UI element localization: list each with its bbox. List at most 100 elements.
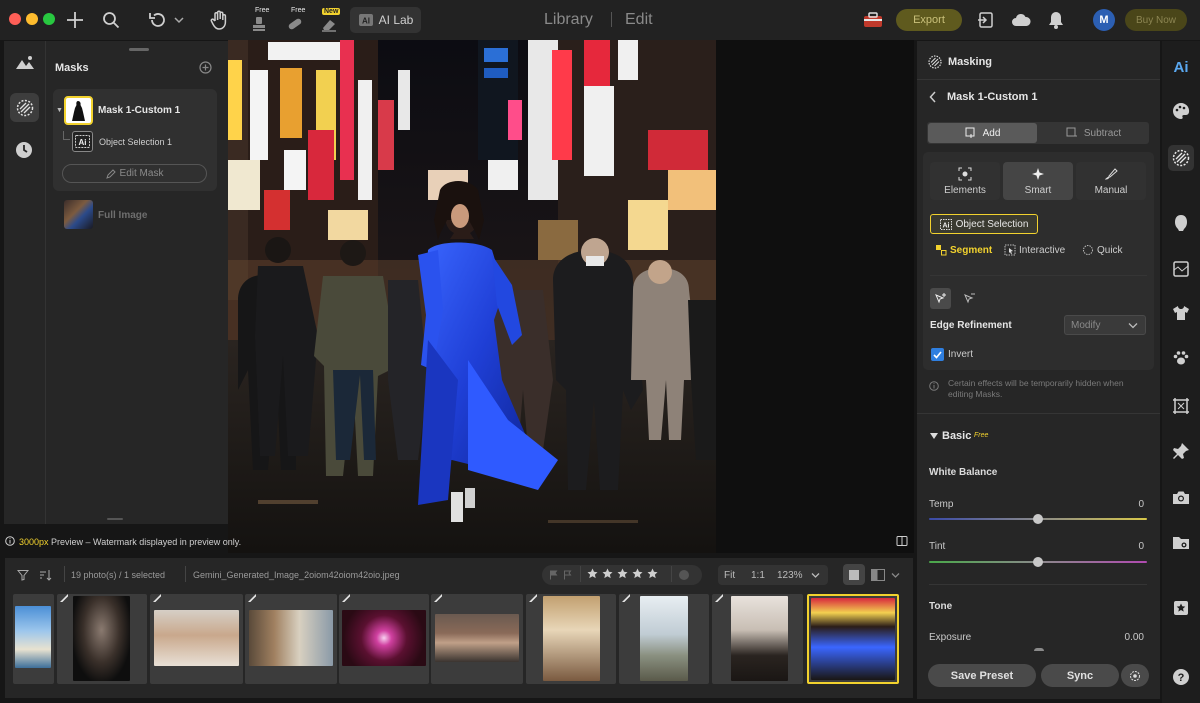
chevron-down-icon[interactable] bbox=[811, 572, 820, 579]
canvas-photo[interactable] bbox=[228, 40, 716, 553]
flag-icon[interactable] bbox=[549, 570, 559, 580]
tint-slider-handle[interactable] bbox=[1033, 557, 1043, 567]
film-thumbnail[interactable] bbox=[619, 594, 709, 684]
masking-tool-button[interactable] bbox=[10, 93, 39, 122]
compare-icon[interactable] bbox=[896, 535, 908, 547]
pin-icon[interactable] bbox=[1170, 440, 1192, 462]
face-icon[interactable] bbox=[1170, 212, 1192, 234]
paw-icon[interactable] bbox=[1170, 347, 1192, 369]
elements-button[interactable]: Elements bbox=[930, 162, 1000, 200]
object-selection-label[interactable]: Object Selection 1 bbox=[99, 137, 172, 147]
color-label-icon[interactable] bbox=[679, 570, 689, 580]
film-thumbnail[interactable] bbox=[712, 594, 803, 684]
add-button[interactable]: Add bbox=[928, 123, 1037, 143]
film-thumbnail[interactable] bbox=[431, 594, 523, 684]
landscape-icon[interactable] bbox=[14, 54, 36, 72]
subtract-button[interactable]: Subtract bbox=[1039, 123, 1148, 143]
mode-library-tab[interactable]: Library bbox=[544, 11, 593, 29]
full-image-label[interactable]: Full Image bbox=[98, 210, 147, 221]
exposure-value[interactable]: 0.00 bbox=[1100, 632, 1144, 643]
film-thumbnail[interactable] bbox=[57, 594, 147, 684]
basic-section-title[interactable]: Basic bbox=[942, 430, 971, 442]
film-thumbnail[interactable] bbox=[526, 594, 616, 684]
ai-icon[interactable]: Ai bbox=[1170, 55, 1192, 77]
star-rating[interactable] bbox=[587, 568, 658, 579]
import-icon[interactable] bbox=[974, 10, 996, 30]
buy-now-button[interactable]: Buy Now bbox=[1125, 9, 1187, 31]
sync-settings-button[interactable] bbox=[1121, 664, 1149, 687]
quick-option[interactable]: Quick bbox=[1082, 244, 1123, 256]
bell-icon[interactable] bbox=[1045, 10, 1067, 30]
exposure-slider-handle[interactable] bbox=[1034, 648, 1044, 651]
search-icon[interactable] bbox=[100, 10, 122, 30]
film-thumbnail[interactable] bbox=[245, 594, 337, 684]
chevron-down-icon[interactable] bbox=[172, 10, 186, 30]
minimize-window-button[interactable] bbox=[26, 13, 38, 25]
favorites-icon[interactable] bbox=[1170, 597, 1192, 619]
folder-view-icon[interactable] bbox=[1170, 532, 1192, 554]
expand-caret-icon[interactable]: ▼ bbox=[56, 107, 63, 114]
film-thumbnail-selected[interactable] bbox=[807, 594, 899, 684]
panel-bottom-handle[interactable] bbox=[107, 518, 123, 520]
star-icon[interactable] bbox=[587, 568, 598, 579]
export-button[interactable]: Export bbox=[896, 9, 962, 31]
zoom-window-button[interactable] bbox=[43, 13, 55, 25]
edit-mask-button[interactable]: Edit Mask bbox=[62, 164, 207, 183]
segment-option[interactable]: Segment bbox=[935, 244, 992, 256]
avatar[interactable]: M bbox=[1093, 9, 1115, 31]
caret-down-icon[interactable] bbox=[930, 433, 938, 439]
save-preset-button[interactable]: Save Preset bbox=[928, 664, 1036, 687]
interactive-option[interactable]: Interactive bbox=[1004, 244, 1065, 256]
star-icon[interactable] bbox=[632, 568, 643, 579]
tshirt-icon[interactable] bbox=[1170, 302, 1192, 324]
star-icon[interactable] bbox=[647, 568, 658, 579]
filter-icon[interactable] bbox=[17, 569, 29, 581]
temp-slider-handle[interactable] bbox=[1033, 514, 1043, 524]
temp-value[interactable]: 0 bbox=[1110, 499, 1144, 510]
remove-point-icon[interactable] bbox=[963, 292, 976, 305]
undo-icon[interactable] bbox=[147, 10, 169, 30]
tint-value[interactable]: 0 bbox=[1110, 541, 1144, 552]
camera-icon[interactable] bbox=[1170, 486, 1192, 508]
masking-icon[interactable] bbox=[1168, 145, 1194, 171]
help-icon[interactable]: ? bbox=[1170, 666, 1192, 688]
add-point-button[interactable] bbox=[930, 288, 951, 309]
star-icon[interactable] bbox=[602, 568, 613, 579]
panel-drag-handle[interactable] bbox=[129, 48, 149, 51]
single-view-button[interactable] bbox=[843, 564, 865, 585]
film-thumbnail[interactable] bbox=[13, 594, 54, 684]
add-mask-icon[interactable] bbox=[199, 61, 212, 74]
palette-icon[interactable] bbox=[1170, 100, 1192, 122]
toolbox-icon[interactable] bbox=[862, 10, 884, 30]
one-to-one-button[interactable]: 1:1 bbox=[751, 570, 765, 581]
hand-icon[interactable] bbox=[208, 10, 230, 30]
manual-button[interactable]: Manual bbox=[1076, 162, 1146, 200]
fit-button[interactable]: Fit bbox=[724, 570, 735, 581]
sync-button[interactable]: Sync bbox=[1041, 664, 1119, 687]
close-window-button[interactable] bbox=[9, 13, 21, 25]
ai-lab-button[interactable]: AI AI Lab bbox=[350, 7, 421, 33]
object-selection-chip[interactable]: Ai Object Selection bbox=[930, 214, 1038, 234]
film-thumbnail[interactable] bbox=[150, 594, 243, 684]
back-chevron-icon[interactable] bbox=[929, 91, 937, 103]
texture-icon[interactable] bbox=[1170, 258, 1192, 280]
history-icon[interactable] bbox=[15, 141, 33, 159]
smart-button[interactable]: Smart bbox=[1003, 162, 1073, 200]
split-view-icon[interactable] bbox=[871, 569, 885, 581]
eraser-icon[interactable] bbox=[318, 14, 340, 34]
full-image-thumbnail[interactable] bbox=[64, 200, 93, 229]
stamp-icon[interactable] bbox=[248, 14, 270, 34]
bandage-icon[interactable] bbox=[284, 14, 306, 34]
crop-icon[interactable] bbox=[1170, 395, 1192, 417]
sort-icon[interactable] bbox=[39, 569, 53, 581]
zoom-level[interactable]: 123% bbox=[777, 570, 803, 581]
film-thumbnail[interactable] bbox=[339, 594, 429, 684]
mask-thumbnail[interactable] bbox=[64, 96, 93, 125]
cloud-icon[interactable] bbox=[1010, 10, 1032, 30]
reject-flag-icon[interactable] bbox=[563, 570, 573, 580]
chevron-down-icon[interactable] bbox=[891, 572, 900, 579]
star-icon[interactable] bbox=[617, 568, 628, 579]
add-icon[interactable] bbox=[64, 10, 86, 30]
mode-edit-tab[interactable]: Edit bbox=[625, 11, 653, 29]
invert-checkbox[interactable] bbox=[931, 348, 944, 361]
